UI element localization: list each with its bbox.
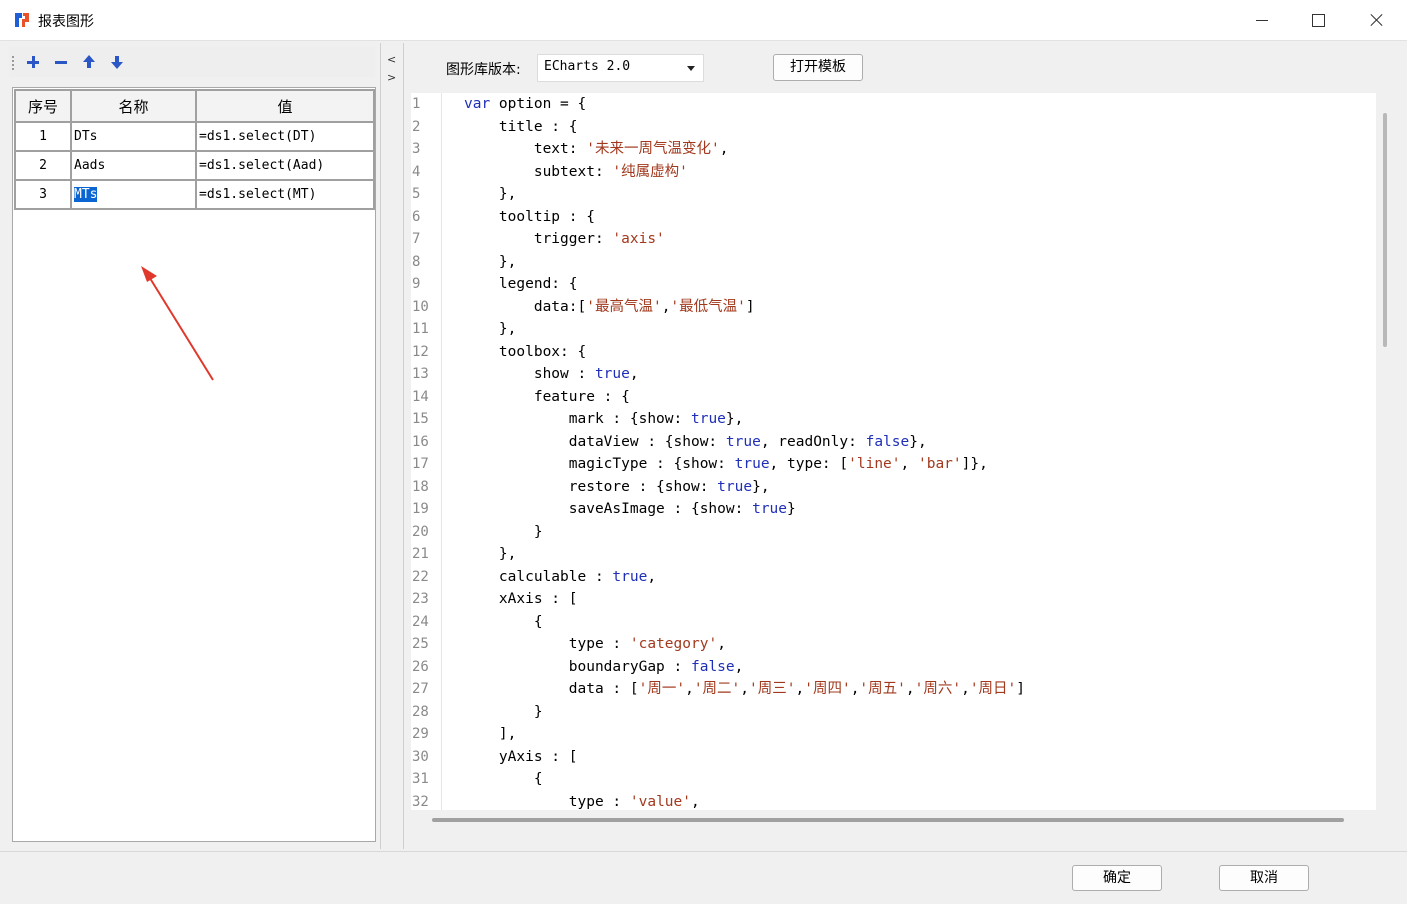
line-number: 8 — [412, 253, 421, 270]
panel-splitter[interactable]: < > — [380, 43, 404, 849]
line-number: 30 — [412, 748, 429, 765]
app-logo-icon — [15, 13, 29, 27]
expand-right-icon[interactable]: > — [387, 71, 396, 84]
line-number: 2 — [412, 118, 421, 135]
line-number: 12 — [412, 343, 429, 360]
close-button[interactable] — [1365, 8, 1389, 32]
code-editor[interactable]: 1 var option = { 2 title : { 3 text: '未来一… — [411, 93, 1376, 810]
collapse-left-icon[interactable]: < — [387, 53, 396, 66]
line-number: 10 — [412, 298, 429, 315]
code-line: 20 } — [411, 521, 1376, 544]
code-line: 5 }, — [411, 183, 1376, 206]
line-number: 22 — [412, 568, 429, 585]
code-line: 30 yAxis : [ — [411, 746, 1376, 769]
code-line: 15 mark : {show: true}, — [411, 408, 1376, 431]
code-line: 24 { — [411, 611, 1376, 634]
line-number: 27 — [412, 681, 429, 697]
code-line: 1 var option = { — [411, 93, 1376, 116]
param-toolbar — [9, 47, 375, 77]
line-number: 24 — [412, 613, 429, 630]
move-up-icon[interactable] — [81, 54, 97, 70]
line-number: 14 — [412, 388, 429, 405]
line-number: 3 — [412, 141, 421, 157]
line-number: 1 — [412, 96, 421, 112]
line-number: 7 — [412, 231, 421, 247]
cancel-button[interactable]: 取消 — [1219, 865, 1309, 891]
code-line: 22 calculable : true, — [411, 566, 1376, 589]
code-line: 12 toolbox: { — [411, 341, 1376, 364]
remove-icon[interactable] — [53, 54, 69, 70]
code-line: 7 trigger: 'axis' — [411, 228, 1376, 251]
chart-lib-label: 图形库版本: — [446, 62, 521, 78]
annotation-arrow-icon — [141, 266, 214, 381]
open-template-button[interactable]: 打开模板 — [773, 54, 863, 81]
code-line: 29 ], — [411, 723, 1376, 746]
right-panel: 图形库版本: ECharts 2.0 打开模板 1 var option = { … — [404, 43, 1404, 849]
code-line: 16 dataView : {show: true, readOnly: fal… — [411, 431, 1376, 454]
line-number: 21 — [412, 546, 429, 562]
dialog-footer: 确定 取消 — [0, 851, 1407, 904]
chart-lib-select[interactable]: ECharts 2.0 — [537, 54, 704, 82]
param-grid: 序号 名称 值 1 DTs =ds1.select(DT) 2 Aads =ds… — [12, 87, 376, 842]
code-line: 18 restore : {show: true}, — [411, 476, 1376, 499]
line-number: 17 — [412, 456, 429, 472]
code-line: 11 }, — [411, 318, 1376, 341]
vertical-scrollbar[interactable] — [1383, 113, 1387, 347]
line-number: 18 — [412, 478, 429, 495]
code-line: 8 }, — [411, 251, 1376, 274]
add-icon[interactable] — [25, 54, 41, 70]
code-line: 31 { — [411, 768, 1376, 791]
line-number: 15 — [412, 411, 429, 427]
code-line: 13 show : true, — [411, 363, 1376, 386]
line-number: 19 — [412, 501, 429, 517]
maximize-button[interactable] — [1306, 8, 1330, 32]
code-line: 10 data:['最高气温','最低气温'] — [411, 296, 1376, 319]
code-line: 17 magicType : {show: true, type: ['line… — [411, 453, 1376, 476]
code-line: 6 tooltip : { — [411, 206, 1376, 229]
horizontal-scrollbar[interactable] — [432, 818, 1344, 822]
title-bar: 报表图形 — [0, 0, 1407, 41]
code-line: 3 text: '未来一周气温变化', — [411, 138, 1376, 161]
code-line: 28 } — [411, 701, 1376, 724]
line-number: 4 — [412, 163, 421, 180]
line-number: 20 — [412, 523, 429, 540]
line-number: 9 — [412, 276, 421, 292]
line-number: 25 — [412, 636, 429, 652]
code-line: 26 boundaryGap : false, — [411, 656, 1376, 679]
line-number: 11 — [412, 321, 429, 337]
ok-button[interactable]: 确定 — [1072, 865, 1162, 891]
line-number: 28 — [412, 703, 429, 720]
code-line: 32 type : 'value', — [411, 791, 1376, 811]
code-line: 21 }, — [411, 543, 1376, 566]
line-number: 26 — [412, 658, 429, 675]
code-line: 23 xAxis : [ — [411, 588, 1376, 611]
code-line: 2 title : { — [411, 116, 1376, 139]
window-title: 报表图形 — [38, 14, 94, 30]
code-line: 4 subtext: '纯属虚构' — [411, 161, 1376, 184]
code-line: 25 type : 'category', — [411, 633, 1376, 656]
code-line: 14 feature : { — [411, 386, 1376, 409]
left-panel: 序号 名称 值 1 DTs =ds1.select(DT) 2 Aads =ds… — [3, 43, 378, 849]
chevron-down-icon[interactable] — [687, 66, 695, 71]
chart-lib-value: ECharts 2.0 — [544, 59, 631, 74]
line-number: 13 — [412, 366, 429, 382]
code-content[interactable]: 1 var option = { 2 title : { 3 text: '未来一… — [411, 93, 1376, 810]
line-number: 23 — [412, 591, 429, 607]
line-number: 6 — [412, 208, 421, 225]
line-number: 16 — [412, 433, 429, 450]
line-number: 32 — [412, 793, 429, 810]
code-line: 27 data : ['周一','周二','周三','周四','周五','周六'… — [411, 678, 1376, 701]
line-number: 31 — [412, 771, 429, 787]
line-number: 29 — [412, 726, 429, 742]
code-line: 19 saveAsImage : {show: true} — [411, 498, 1376, 521]
toolbar-grip[interactable] — [12, 56, 16, 70]
move-down-icon[interactable] — [109, 54, 125, 70]
line-number: 5 — [412, 186, 421, 202]
minimize-button[interactable] — [1250, 8, 1274, 32]
code-line: 9 legend: { — [411, 273, 1376, 296]
